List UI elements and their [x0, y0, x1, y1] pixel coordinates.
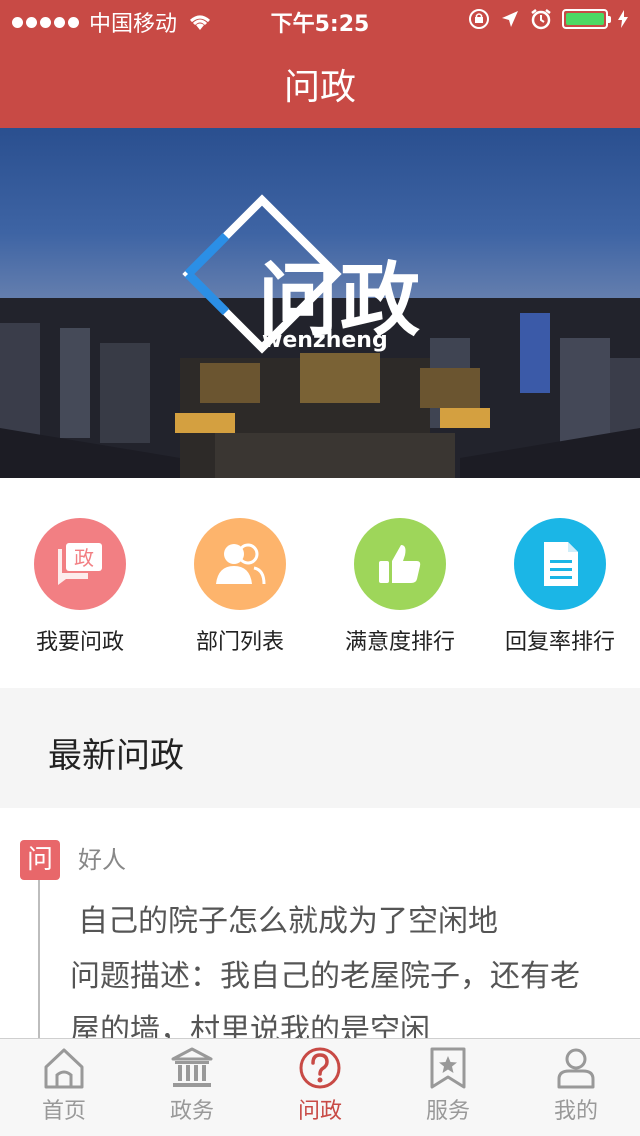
user-icon	[557, 1048, 595, 1089]
tab-wenzheng[interactable]: 问政	[256, 1045, 384, 1125]
navigation-header: 中国移动 下午5:25 问政	[0, 0, 640, 128]
svg-text:政: 政	[74, 546, 94, 570]
banner-image[interactable]: 问政 wenzheng	[0, 128, 640, 478]
document-icon	[514, 518, 606, 610]
location-arrow-icon	[502, 11, 518, 27]
satisfaction-ranking-label: 满意度排行	[344, 630, 455, 655]
bank-icon	[171, 1047, 213, 1087]
tab-government-label: 政务	[169, 1099, 214, 1124]
banner-logo-subtext: wenzheng	[262, 328, 388, 353]
charging-icon	[618, 10, 628, 28]
quick-actions: 政 我要问政 部门列表 满意度排行 回复率排行	[0, 478, 640, 688]
battery-icon	[562, 9, 611, 29]
timeline-line	[38, 880, 40, 1038]
department-list-label: 部门列表	[195, 630, 284, 655]
page-title: 问政	[283, 67, 356, 108]
reply-rate-ranking-button[interactable]: 回复率排行	[480, 518, 640, 656]
author-name: 好人	[78, 846, 126, 874]
home-icon	[44, 1048, 84, 1089]
department-list-button[interactable]: 部门列表	[160, 518, 320, 656]
question-list: 问 好人 自己的院子怎么就成为了空闲地 问题描述：我自己的老屋院子，还有老屋的墙…	[0, 808, 640, 1038]
tab-bar: 首页 政务 问政 服务 我的	[0, 1038, 640, 1136]
people-icon	[194, 518, 286, 610]
section-title: 最新问政	[48, 736, 184, 776]
tab-service[interactable]: 服务	[384, 1045, 512, 1125]
tab-service-label: 服务	[425, 1099, 470, 1124]
status-bar: 中国移动 下午5:25	[0, 0, 640, 40]
question-icon	[299, 1047, 341, 1089]
satisfaction-ranking-button[interactable]: 满意度排行	[320, 518, 480, 656]
ask-question-button[interactable]: 政 我要问政	[0, 518, 160, 656]
tab-wenzheng-label: 问政	[297, 1099, 342, 1124]
tab-government[interactable]: 政务	[128, 1045, 256, 1125]
ask-question-label: 我要问政	[35, 630, 124, 655]
tab-home-label: 首页	[41, 1099, 86, 1124]
rotation-lock-icon	[469, 9, 489, 29]
chat-zheng-icon: 政	[34, 518, 126, 610]
question-title[interactable]: 自己的院子怎么就成为了空闲地	[78, 896, 498, 940]
tab-home[interactable]: 首页	[0, 1045, 128, 1125]
thumbs-up-icon	[354, 518, 446, 610]
battery-level	[566, 13, 604, 25]
question-description[interactable]: 问题描述：我自己的老屋院子，还有老屋的墙，村里说我的是空闲	[70, 950, 600, 1038]
latest-section-header: 最新问政	[0, 688, 640, 808]
reply-rate-ranking-label: 回复率排行	[504, 630, 615, 655]
tab-mine[interactable]: 我的	[512, 1045, 640, 1125]
tab-mine-label: 我的	[553, 1099, 598, 1124]
question-badge: 问	[20, 840, 60, 880]
status-right	[468, 8, 628, 30]
bookmark-star-icon	[430, 1047, 466, 1089]
alarm-icon	[531, 9, 551, 30]
